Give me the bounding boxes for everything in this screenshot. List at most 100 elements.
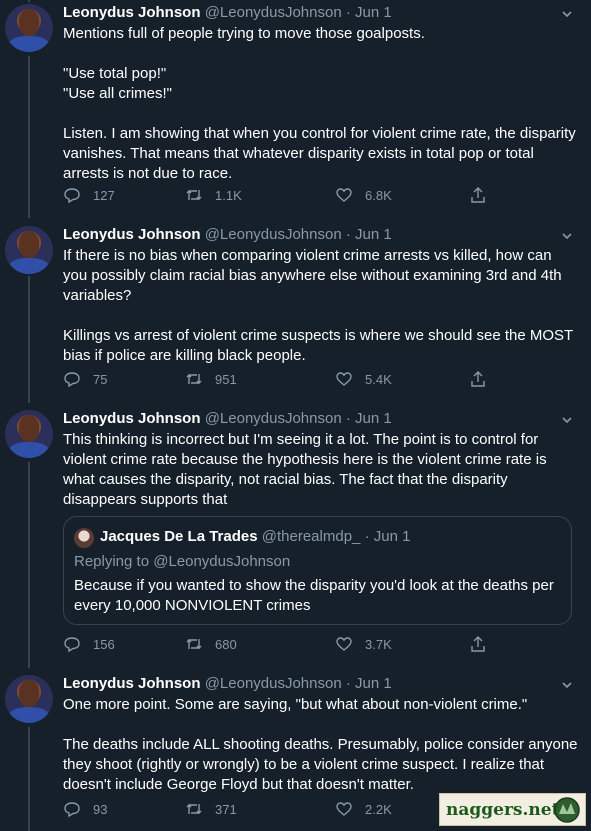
avatar[interactable] (5, 226, 53, 274)
tweet-paragraph: If there is no bias when comparing viole… (63, 247, 562, 304)
like-count: 5.4K (365, 371, 392, 387)
chevron-down-icon[interactable] (561, 414, 573, 426)
heart-icon (336, 372, 352, 386)
quoted-author-handle: @therealmdp_ (261, 528, 361, 545)
quoted-author-name: Jacques De La Trades (100, 528, 258, 545)
thread-connector (28, 276, 30, 403)
author-handle[interactable]: @LeonydusJohnson (205, 226, 342, 243)
tweet-header: Leonydus Johnson @LeonydusJohnson · Jun … (63, 675, 392, 693)
reply-count: 93 (93, 801, 108, 817)
like-count: 2.2K (365, 801, 392, 817)
share-icon (471, 187, 485, 203)
author-handle[interactable]: @LeonydusJohnson (205, 675, 342, 692)
tweet-text: This thinking is incorrect but I'm seein… (63, 430, 578, 510)
quoted-header: Jacques De La Trades @therealmdp_ · Jun … (100, 528, 410, 545)
tweet-paragraph: Listen. I am showing that when you contr… (63, 125, 576, 182)
retweet-button[interactable]: 951 (185, 370, 237, 388)
retweet-button[interactable]: 1.1K (185, 186, 242, 204)
thread-connector (28, 56, 30, 218)
retweet-button[interactable]: 680 (185, 635, 237, 653)
tweet-date[interactable]: Jun 1 (355, 4, 392, 21)
quoted-date: Jun 1 (373, 528, 411, 545)
like-button[interactable]: 3.7K (335, 635, 392, 653)
author-handle[interactable]: @LeonydusJohnson (205, 4, 342, 21)
avatar[interactable] (5, 410, 53, 458)
quoted-text: Because if you wanted to show the dispar… (74, 577, 554, 614)
avatar[interactable] (5, 675, 53, 723)
separator-dot: · (345, 226, 351, 243)
heart-icon (336, 188, 352, 202)
reply-button[interactable]: 127 (63, 186, 115, 204)
reply-icon (64, 637, 80, 653)
watermark: naggers.net (439, 793, 586, 826)
reply-button[interactable]: 75 (63, 370, 107, 388)
separator-dot: · (345, 675, 351, 692)
tweet-header: Leonydus Johnson @LeonydusJohnson · Jun … (63, 226, 392, 244)
reply-button[interactable]: 93 (63, 800, 107, 818)
tweet-date[interactable]: Jun 1 (355, 226, 392, 243)
tweet-header: Leonydus Johnson @LeonydusJohnson · Jun … (63, 410, 392, 428)
retweet-count: 951 (215, 371, 237, 387)
tweet-paragraph: "Use total pop!" (63, 65, 167, 82)
thread-connector (28, 462, 30, 668)
separator-dot: · (345, 410, 351, 427)
tweet-date[interactable]: Jun 1 (355, 675, 392, 692)
tweet-actions: 156 680 3.7K (63, 635, 523, 655)
tweet-paragraph: "Use all crimes!" (63, 85, 172, 102)
chevron-down-icon[interactable] (561, 8, 573, 20)
like-count: 3.7K (365, 636, 392, 652)
retweet-icon (186, 639, 202, 649)
tweet-paragraph: Killings vs arrest of violent crime susp… (63, 327, 573, 364)
heart-icon (336, 637, 352, 651)
author-handle[interactable]: @LeonydusJohnson (205, 410, 342, 427)
tweet-paragraph: Mentions full of people trying to move t… (63, 25, 425, 42)
heart-icon (336, 802, 352, 816)
tweet-paragraph: This thinking is incorrect but I'm seein… (63, 431, 547, 508)
retweet-count: 680 (215, 636, 237, 652)
author-name[interactable]: Leonydus Johnson (63, 675, 201, 692)
retweet-icon (186, 804, 202, 814)
separator-dot: · (364, 528, 370, 545)
reply-count: 127 (93, 187, 115, 203)
like-button[interactable]: 5.4K (335, 370, 392, 388)
reply-icon (64, 372, 80, 388)
tweet-date[interactable]: Jun 1 (355, 410, 392, 427)
share-button[interactable] (469, 186, 499, 204)
tweet-actions: 127 1.1K 6.8K (63, 186, 523, 206)
tweet-header: Leonydus Johnson @LeonydusJohnson · Jun … (63, 4, 392, 22)
share-button[interactable] (469, 370, 499, 388)
thread-connector (28, 727, 30, 831)
share-icon (471, 371, 485, 387)
like-count: 6.8K (365, 187, 392, 203)
replying-to: Replying to @LeonydusJohnson (74, 553, 291, 570)
share-button[interactable] (469, 635, 499, 653)
retweet-icon (186, 374, 202, 384)
avatar[interactable] (5, 4, 53, 52)
reply-button[interactable]: 156 (63, 635, 115, 653)
author-name[interactable]: Leonydus Johnson (63, 4, 201, 21)
separator-dot: · (345, 4, 351, 21)
tweet-actions: 75 951 5.4K (63, 370, 523, 390)
like-button[interactable]: 6.8K (335, 186, 392, 204)
retweet-count: 1.1K (215, 187, 242, 203)
reply-icon (64, 802, 80, 818)
quoted-avatar (74, 528, 94, 548)
tweet-paragraph: The deaths include ALL shooting deaths. … (63, 736, 578, 793)
quoted-tweet[interactable]: Jacques De La Trades @therealmdp_ · Jun … (63, 516, 572, 625)
thread-connector (28, 0, 30, 2)
like-button[interactable]: 2.2K (335, 800, 392, 818)
author-name[interactable]: Leonydus Johnson (63, 410, 201, 427)
retweet-icon (186, 190, 202, 200)
reply-count: 156 (93, 636, 115, 652)
tweet-text: Mentions full of people trying to move t… (63, 24, 578, 184)
author-name[interactable]: Leonydus Johnson (63, 226, 201, 243)
watermark-text: naggers.net (446, 800, 560, 820)
retweet-count: 371 (215, 801, 237, 817)
chevron-down-icon[interactable] (561, 679, 573, 691)
reply-icon (64, 188, 80, 204)
reply-count: 75 (93, 371, 108, 387)
tweet-paragraph: One more point. Some are saying, "but wh… (63, 696, 528, 713)
tweet-text: If there is no bias when comparing viole… (63, 246, 578, 366)
chevron-down-icon[interactable] (561, 230, 573, 242)
retweet-button[interactable]: 371 (185, 800, 237, 818)
